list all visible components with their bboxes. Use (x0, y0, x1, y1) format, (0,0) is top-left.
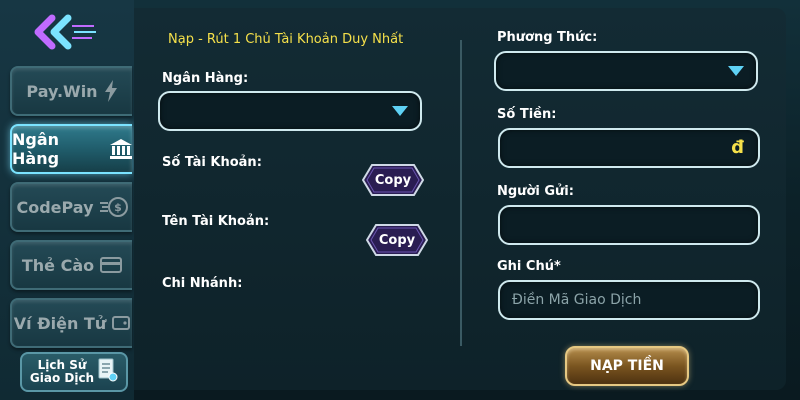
tab-pay-win[interactable]: Pay.Win (10, 66, 132, 116)
bank-label: Ngân Hàng: (162, 71, 249, 86)
lightning-icon (104, 80, 118, 102)
tab-label: CodePay (16, 197, 94, 217)
amount-input[interactable]: đ (498, 128, 760, 168)
account-name-label: Tên Tài Khoản: (162, 214, 270, 229)
coin-icon: $ (99, 196, 128, 218)
note-input[interactable]: Điền Mã Giao Dịch (498, 280, 760, 320)
sender-input[interactable] (498, 205, 760, 245)
tab-label: Pay.Win (26, 81, 98, 101)
history-label: Lịch Sử Giao Dịch (29, 358, 95, 385)
svg-text:$: $ (114, 201, 122, 214)
wallet-icon (112, 315, 131, 331)
tab-vi-dien-tu[interactable]: Ví Điện Tử (10, 298, 132, 348)
chevron-down-icon (392, 106, 408, 116)
column-divider (460, 40, 462, 346)
note-label: Ghi Chú* (497, 259, 561, 274)
chevron-down-icon (728, 66, 744, 76)
copy-account-name-button[interactable]: Copy (366, 224, 428, 256)
card-icon (100, 257, 123, 273)
tab-label: Ví Điện Tử (13, 313, 107, 333)
copy-label: Copy (374, 172, 412, 188)
tab-label: Thẻ Cào (21, 255, 95, 275)
deposit-submit-button[interactable]: NẠP TIỀN (565, 346, 689, 386)
tab-codepay[interactable]: CodePay $ (10, 182, 132, 232)
notice-text: Nạp - Rút 1 Chủ Tài Khoản Duy Nhất (168, 32, 404, 47)
document-icon (98, 358, 118, 386)
method-select[interactable] (494, 51, 758, 91)
transaction-history-button[interactable]: Lịch Sử Giao Dịch (20, 352, 128, 392)
copy-label: Copy (378, 232, 416, 248)
branch-label: Chi Nhánh: (162, 276, 243, 291)
double-chevron-left-icon (26, 12, 98, 56)
tab-ngan-hang[interactable]: Ngân Hàng (10, 124, 132, 174)
bank-icon (110, 139, 132, 159)
sidebar: Pay.Win Ngân Hàng CodePay $ Thẻ Cào Ví Đ… (0, 0, 134, 400)
sender-label: Người Gửi: (497, 184, 574, 199)
account-number-label: Số Tài Khoản: (162, 155, 262, 170)
tab-label: Ngân Hàng (12, 130, 60, 168)
copy-account-number-button[interactable]: Copy (362, 164, 424, 196)
back-button[interactable] (22, 12, 102, 56)
note-placeholder: Điền Mã Giao Dịch (512, 292, 642, 308)
deposit-screen: Pay.Win Ngân Hàng CodePay $ Thẻ Cào Ví Đ… (0, 0, 800, 400)
amount-label: Số Tiền: (497, 107, 557, 122)
tab-the-cao[interactable]: Thẻ Cào (10, 240, 132, 290)
method-label: Phương Thức: (497, 30, 598, 45)
currency-symbol: đ (731, 137, 744, 158)
bank-select[interactable] (158, 91, 422, 131)
